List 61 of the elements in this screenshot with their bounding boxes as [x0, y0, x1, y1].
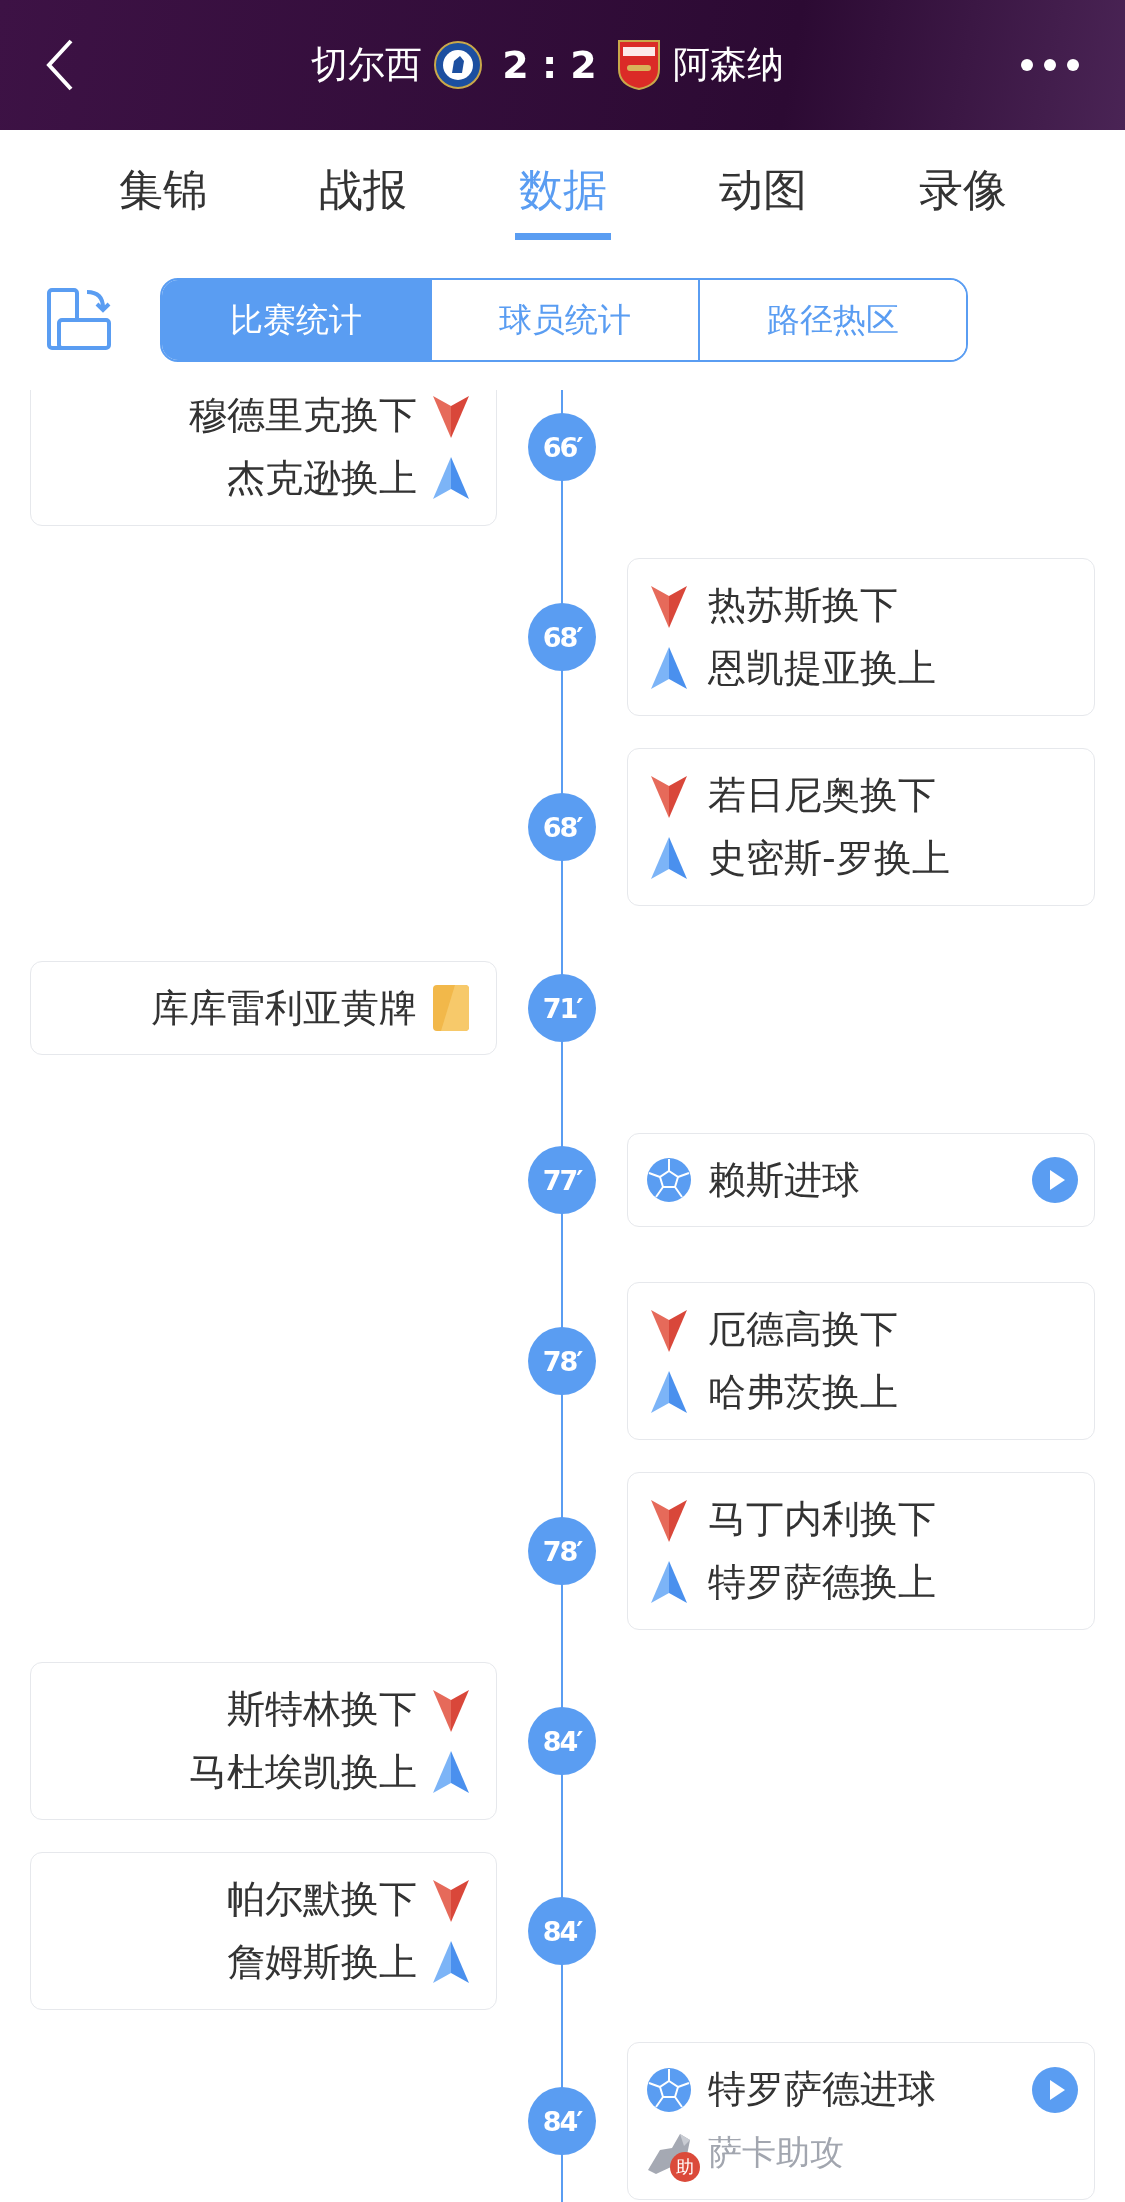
event-card[interactable]: 若日尼奥换下 史密斯-罗换上	[627, 748, 1095, 906]
event-text: 哈弗茨换上	[708, 1369, 898, 1416]
event-text: 帕尔默换下	[227, 1876, 417, 1923]
event-text: 杰克逊换上	[227, 455, 417, 502]
more-icon[interactable]	[1020, 58, 1080, 72]
event-card[interactable]: 热苏斯换下 恩凯提亚换上	[627, 558, 1095, 716]
football-icon	[646, 1157, 692, 1203]
tab[interactable]: 集锦	[63, 130, 263, 250]
event-text: 库库雷利亚黄牌	[151, 984, 417, 1032]
event-text: 赖斯进球	[708, 1156, 860, 1204]
down-arrow-icon	[433, 1687, 469, 1732]
event-text: 穆德里克换下	[189, 392, 417, 439]
minute-marker: 77′	[528, 1146, 596, 1214]
minute-marker: 84′	[528, 2087, 596, 2155]
minute-marker: 71′	[528, 974, 596, 1042]
event-text: 马杜埃凯换上	[189, 1749, 417, 1796]
play-icon[interactable]	[1031, 1156, 1079, 1204]
assist-badge: 助	[670, 2151, 700, 2182]
away-team-name: 阿森纳	[672, 42, 784, 88]
up-arrow-icon	[433, 1750, 469, 1795]
event-card[interactable]: 穆德里克换下 杰克逊换上	[30, 390, 497, 526]
play-icon[interactable]	[1031, 2065, 1079, 2114]
event-text: 詹姆斯换上	[227, 1939, 417, 1986]
minute-marker: 84′	[528, 1897, 596, 1965]
tab[interactable]: 战报	[263, 130, 463, 250]
back-icon[interactable]	[45, 39, 75, 91]
event-text: 恩凯提亚换上	[708, 645, 936, 692]
event-text: 特罗萨德换上	[708, 1559, 936, 1606]
tab[interactable]: 录像	[863, 130, 1063, 250]
shield-crest-icon	[616, 39, 661, 91]
event-text: 厄德高换下	[708, 1306, 898, 1353]
tab[interactable]: 动图	[663, 130, 863, 250]
event-text: 热苏斯换下	[708, 582, 898, 629]
event-text: 若日尼奥换下	[708, 772, 936, 819]
event-card[interactable]: 厄德高换下 哈弗茨换上	[627, 1282, 1095, 1440]
up-arrow-icon	[433, 1940, 469, 1985]
event-card[interactable]: 库库雷利亚黄牌	[30, 961, 497, 1055]
event-text: 史密斯-罗换上	[708, 835, 950, 882]
minute-marker: 78′	[528, 1517, 596, 1585]
event-text: 萨卡助攻	[708, 2130, 844, 2174]
event-card[interactable]: 斯特林换下 马杜埃凯换上	[30, 1662, 497, 1820]
down-arrow-icon	[433, 393, 469, 438]
up-arrow-icon	[433, 456, 469, 501]
minute-marker: 84′	[528, 1707, 596, 1775]
down-arrow-icon	[433, 1877, 469, 1922]
event-card[interactable]: 赖斯进球	[627, 1133, 1095, 1227]
event-card[interactable]: 帕尔默换下 詹姆斯换上	[30, 1852, 497, 2010]
football-icon	[646, 2066, 692, 2113]
event-text: 马丁内利换下	[708, 1496, 936, 1543]
minute-marker: 68′	[528, 603, 596, 671]
minute-marker: 78′	[528, 1327, 596, 1395]
minute-marker: 66′	[528, 413, 596, 481]
booking-card-icon	[433, 985, 469, 1031]
event-card[interactable]: 特罗萨德进球 助 萨卡助攻	[627, 2042, 1095, 2200]
match-score: 2 : 2	[502, 43, 597, 87]
event-text: 特罗萨德进球	[708, 2066, 936, 2113]
home-team-name: 切尔西	[311, 42, 423, 88]
event-text: 斯特林换下	[227, 1686, 417, 1733]
round-crest-icon	[434, 41, 483, 89]
minute-marker: 68′	[528, 793, 596, 861]
event-card[interactable]: 马丁内利换下 特罗萨德换上	[627, 1472, 1095, 1630]
